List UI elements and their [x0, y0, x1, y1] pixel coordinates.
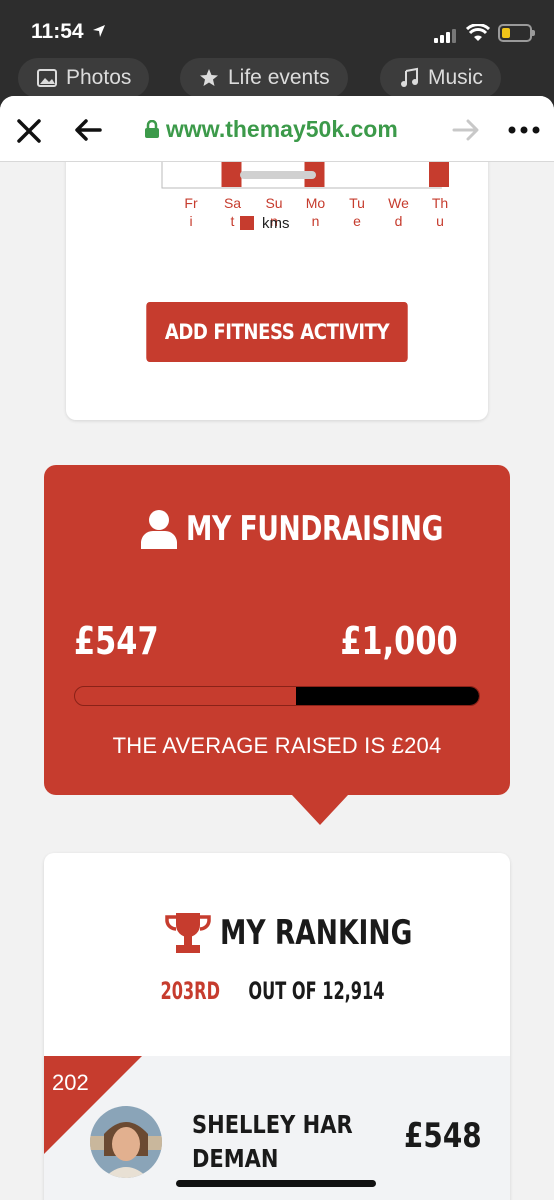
- bar-sat: [221, 162, 242, 187]
- x-tick-label: Fr: [184, 195, 198, 211]
- close-icon[interactable]: [16, 118, 42, 144]
- fitness-card: Fr i Sa t Su n Mo n Tu e We d Th u kms ADD FITNESS ACT…: [66, 122, 488, 420]
- x-tick-label: Sa: [224, 195, 241, 211]
- x-tick-label: e: [353, 213, 361, 229]
- x-tick-label: n: [312, 213, 320, 229]
- cellular-signal-icon: [434, 27, 458, 43]
- legend-label: kms: [262, 215, 290, 232]
- card-pointer: [292, 795, 348, 825]
- background-app-tabs: Photos Life events Music: [0, 56, 554, 100]
- ranking-out-of: OUT OF 12,914: [248, 977, 385, 1005]
- ranking-card: MY RANKING 203RD OUT OF 12,914 202 SHELL…: [44, 853, 510, 1200]
- back-arrow-icon[interactable]: [74, 118, 102, 142]
- user-icon: [141, 510, 177, 549]
- fundraising-target: £1,000: [340, 619, 458, 663]
- photos-icon: [37, 69, 57, 87]
- x-tick-label: We: [388, 195, 409, 211]
- fundraising-progress-bar: [74, 686, 480, 706]
- legend-swatch: [240, 216, 254, 230]
- tab-music[interactable]: Music: [380, 58, 501, 98]
- tab-photos[interactable]: Photos: [18, 58, 150, 98]
- battery-icon: [498, 24, 535, 42]
- ranking-position: 203RD: [160, 977, 221, 1005]
- lock-icon: [145, 120, 159, 138]
- wifi-icon: [466, 24, 490, 41]
- x-tick-label: Th: [432, 195, 448, 211]
- forward-arrow-icon[interactable]: [452, 118, 480, 142]
- tab-life-events[interactable]: Life events: [180, 58, 348, 98]
- home-indicator: [176, 1180, 376, 1187]
- status-time: 11:54: [31, 20, 84, 43]
- fundraising-title: MY FUNDRAISING: [140, 509, 515, 549]
- sheet-grabber[interactable]: [240, 171, 316, 179]
- x-tick-label: Mo: [306, 195, 326, 211]
- life-events-icon: [200, 69, 218, 86]
- browser-toolbar: www.themay50k.com: [0, 96, 554, 162]
- x-tick-label: u: [436, 213, 444, 229]
- average-raised-text: THE AVERAGE RAISED IS £204: [112, 733, 442, 758]
- x-tick-label: d: [395, 213, 403, 229]
- x-tick-label: i: [189, 213, 192, 229]
- location-arrow-icon: [93, 25, 105, 37]
- ranking-summary: 203RD OUT OF 12,914: [44, 977, 510, 1005]
- url-text[interactable]: www.themay50k.com: [166, 116, 398, 143]
- ranking-row[interactable]: 202 SHELLEY HARDEMAN £548: [44, 1056, 510, 1200]
- bar-thu: [429, 162, 449, 187]
- amount-raised: £547: [74, 619, 159, 663]
- participant-name: SHELLEY HARDEMAN: [192, 1110, 353, 1173]
- fundraising-card: MY FUNDRAISING £547 £1,000 THE AVERAGE R…: [44, 465, 510, 825]
- more-options-icon[interactable]: [508, 126, 540, 134]
- add-fitness-activity-button[interactable]: ADD FITNESS ACTIVITY: [146, 302, 408, 362]
- status-bar: 11:54: [0, 0, 554, 64]
- x-tick-label: Su: [265, 195, 282, 211]
- trophy-icon: [165, 913, 211, 953]
- avatar: [90, 1106, 162, 1178]
- rank-number: 202: [52, 1070, 89, 1095]
- music-icon: [401, 67, 418, 87]
- participant-amount: £548: [404, 1116, 482, 1156]
- x-tick-label: Tu: [349, 195, 365, 211]
- progress-remaining: [296, 687, 479, 705]
- browser-sheet: www.themay50k.com Fr i Sa t Su n Mo n Tu e We d Th u k…: [0, 96, 554, 1200]
- page-content: Fr i Sa t Su n Mo n Tu e We d Th u kms ADD FITNESS ACT…: [0, 122, 554, 1200]
- ranking-title: MY RANKING: [164, 911, 467, 955]
- x-tick-label: t: [231, 213, 235, 229]
